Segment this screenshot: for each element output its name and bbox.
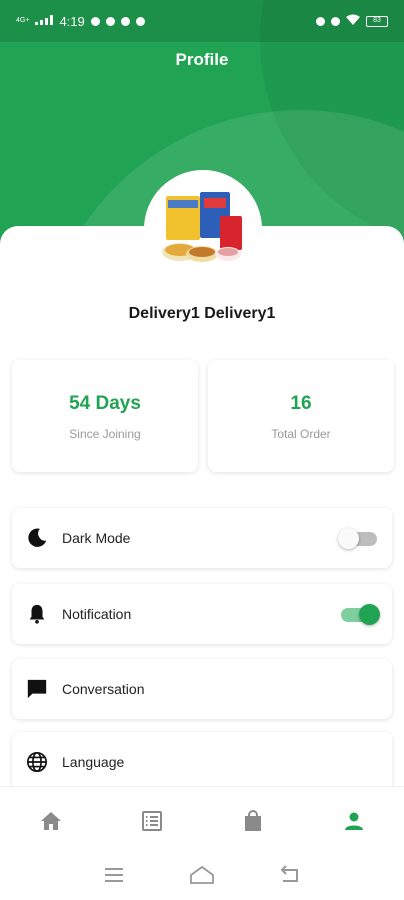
stat-value: 16 [290, 393, 312, 414]
bottom-nav [0, 786, 404, 854]
bag-icon [244, 809, 261, 831]
menu-icon[interactable] [101, 864, 127, 891]
alarm-icon [316, 16, 325, 26]
hotspot-icon [331, 16, 340, 26]
nav-bag[interactable] [233, 801, 273, 841]
wifi-icon [346, 14, 360, 28]
list-icon [141, 810, 162, 831]
chat-icon [26, 678, 48, 700]
product-boxes-image [144, 170, 262, 288]
setting-dark-mode: Dark Mode [12, 508, 392, 568]
clock: 4:19 [59, 13, 85, 29]
stat-label: Total Order [271, 427, 331, 441]
network-label: 4G+ [16, 17, 30, 24]
home-icon [40, 811, 61, 830]
back-icon[interactable] [277, 864, 303, 891]
setting-label: Conversation [62, 681, 145, 697]
app-notification-icon [120, 16, 130, 26]
bell-icon [26, 603, 48, 625]
avatar[interactable] [144, 170, 262, 288]
user-name: Delivery1 Delivery1 [128, 305, 276, 322]
page-title: Profile [175, 50, 229, 69]
stat-value: 54 Days [69, 393, 141, 414]
nav-profile[interactable] [334, 801, 374, 841]
app-notification-icon [105, 16, 115, 26]
person-icon [344, 812, 363, 830]
setting-notification: Notification [12, 584, 392, 644]
stat-card-total-order: 16 Total Order [208, 360, 394, 472]
app-notification-icon [135, 16, 145, 26]
status-bar: 4G+ 4:19 83 [0, 0, 404, 42]
dark-mode-toggle[interactable] [338, 528, 378, 549]
setting-label: Dark Mode [62, 530, 131, 546]
setting-label: Language [62, 754, 125, 770]
setting-conversation[interactable]: Conversation [12, 659, 392, 719]
setting-language[interactable]: Language [12, 732, 392, 792]
app-notification-icon [90, 16, 100, 26]
home-button-icon[interactable] [189, 864, 215, 891]
globe-icon [26, 751, 48, 773]
stat-label: Since Joining [69, 427, 141, 441]
moon-icon [26, 527, 48, 549]
nav-home[interactable] [31, 801, 71, 841]
nav-orders[interactable] [132, 801, 172, 841]
notification-toggle[interactable] [338, 604, 380, 625]
setting-label: Notification [62, 606, 132, 622]
battery-icon: 83 [366, 15, 388, 27]
system-nav-bar [0, 854, 404, 900]
stat-card-since-joining: 54 Days Since Joining [12, 360, 198, 472]
signal-icon [35, 14, 54, 28]
